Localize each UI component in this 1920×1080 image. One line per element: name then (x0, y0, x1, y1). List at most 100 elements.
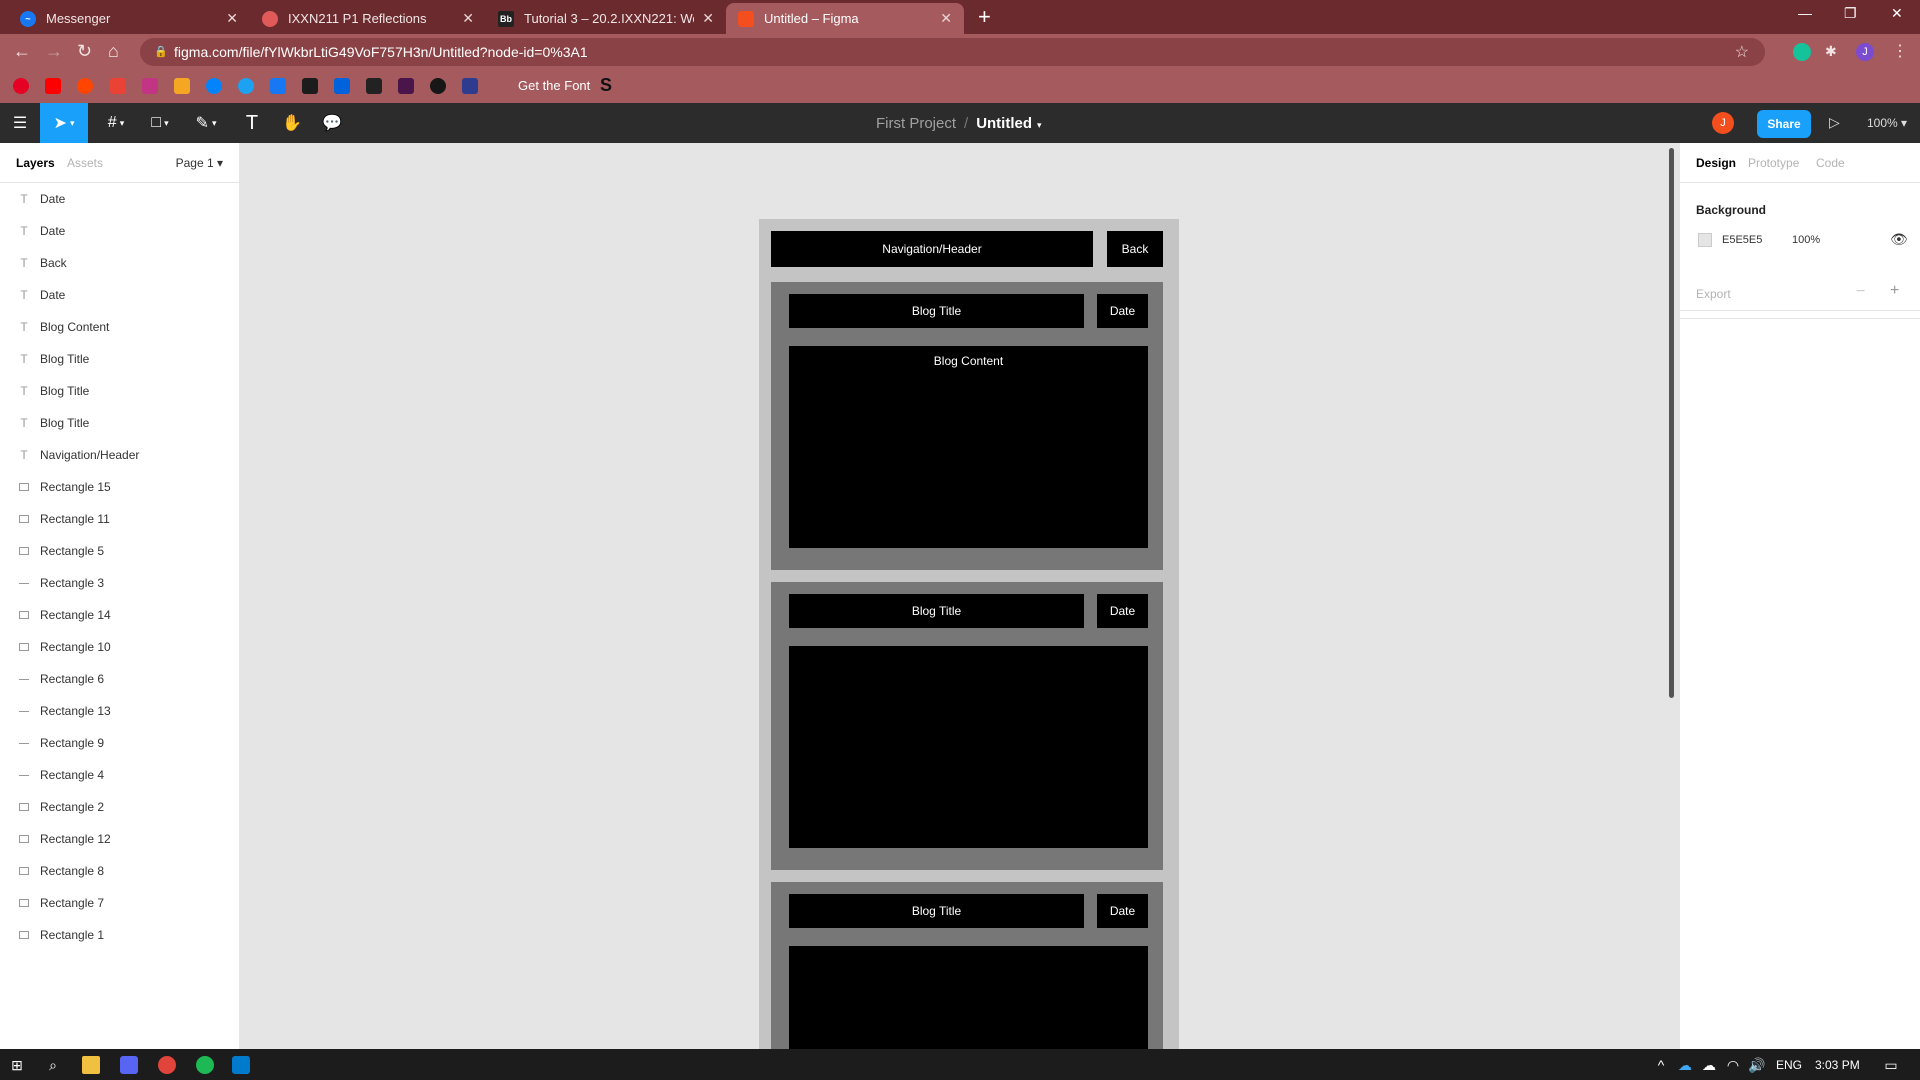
present-play-icon[interactable]: ▷ (1829, 114, 1840, 131)
layer-row[interactable]: T Date (0, 183, 240, 215)
layer-row[interactable]: Rectangle 12 (0, 823, 240, 855)
more-menu-icon[interactable]: ⋮ (1892, 41, 1908, 61)
date-block[interactable]: Date (1097, 294, 1148, 328)
background-hex-input[interactable]: E5E5E5 (1722, 234, 1762, 246)
home-icon[interactable]: ⌂ (108, 41, 119, 62)
facebook-icon[interactable] (270, 78, 286, 94)
frame-tool-button[interactable]: # ▾ (96, 103, 136, 143)
layer-row[interactable]: Rectangle 2 (0, 791, 240, 823)
vscode-icon[interactable] (232, 1056, 250, 1074)
minus-icon[interactable]: − (1856, 283, 1865, 301)
blog-card-1[interactable]: Blog Title Date Blog Content (771, 282, 1163, 570)
new-tab-button[interactable]: + (978, 6, 991, 28)
tab-messenger[interactable]: ~ Messenger ✕ (8, 3, 250, 34)
minimize-icon[interactable]: — (1798, 5, 1812, 21)
tab-layers[interactable]: Layers (16, 156, 55, 170)
canvas-scrollbar[interactable] (1669, 148, 1674, 698)
tab-code[interactable]: Code (1816, 156, 1845, 170)
layer-row[interactable]: T Navigation/Header (0, 439, 240, 471)
pinterest-icon[interactable] (13, 78, 29, 94)
restore-icon[interactable]: ❐ (1844, 5, 1857, 22)
share-button[interactable]: Share (1757, 110, 1811, 138)
design-canvas[interactable]: Navigation/Header Back Blog Title Date B… (241, 143, 1678, 1049)
eye-icon[interactable]: 👁 (1890, 231, 1908, 248)
layer-row[interactable]: Rectangle 6 (0, 663, 240, 695)
layer-row[interactable]: Rectangle 5 (0, 535, 240, 567)
spotify-icon[interactable] (196, 1056, 214, 1074)
app-icon[interactable] (302, 78, 318, 94)
layer-row[interactable]: Rectangle 7 (0, 887, 240, 919)
bookmark-app-icon[interactable] (462, 78, 478, 94)
reload-icon[interactable]: ↻ (77, 41, 92, 62)
close-icon[interactable]: ✕ (940, 10, 952, 27)
layer-row[interactable]: T Back (0, 247, 240, 279)
layer-row[interactable]: Rectangle 13 (0, 695, 240, 727)
blog-content-block[interactable] (789, 946, 1148, 1049)
slack-icon[interactable] (398, 78, 414, 94)
youtube-icon[interactable] (45, 78, 61, 94)
blog-card-2[interactable]: Blog Title Date (771, 582, 1163, 870)
discord-icon[interactable] (120, 1056, 138, 1074)
date-block[interactable]: Date (1097, 594, 1148, 628)
bookmark-s-icon[interactable]: S (600, 75, 612, 96)
page-selector[interactable]: Page 1 ▾ (176, 156, 223, 170)
layer-row[interactable]: Rectangle 11 (0, 503, 240, 535)
pen-tool-button[interactable]: ✎ ▾ (186, 103, 226, 143)
volume-icon[interactable]: 🔊 (1748, 1056, 1766, 1074)
layer-row[interactable]: Rectangle 4 (0, 759, 240, 791)
layer-row[interactable]: Rectangle 1 (0, 919, 240, 951)
main-menu-icon[interactable]: ☰ (0, 103, 40, 143)
file-name[interactable]: Untitled (976, 115, 1032, 132)
blog-title-block[interactable]: Blog Title (789, 594, 1084, 628)
layer-row[interactable]: T Blog Title (0, 343, 240, 375)
background-color-swatch[interactable] (1698, 233, 1712, 247)
project-name[interactable]: First Project (876, 115, 956, 132)
tab-reflections[interactable]: IXXN211 P1 Reflections ✕ (250, 3, 486, 34)
tab-prototype[interactable]: Prototype (1748, 156, 1799, 170)
blackboard-icon[interactable] (366, 78, 382, 94)
close-icon[interactable]: ✕ (462, 10, 474, 27)
tab-design[interactable]: Design (1696, 156, 1736, 170)
extensions-icon[interactable]: ✱ (1825, 43, 1843, 61)
close-window-icon[interactable]: ✕ (1891, 5, 1903, 22)
background-opacity-input[interactable]: 100% (1792, 234, 1820, 246)
user-avatar[interactable]: J (1712, 112, 1734, 134)
tab-tutorial[interactable]: Bb Tutorial 3 – 20.2.IXXN221: Web D ✕ (486, 3, 726, 34)
reddit-icon[interactable] (77, 78, 93, 94)
bookmark-get-the-font[interactable]: Get the Font (518, 78, 590, 93)
tab-assets[interactable]: Assets (67, 156, 103, 170)
blog-title-block[interactable]: Blog Title (789, 294, 1084, 328)
move-tool-button[interactable]: ➤ ▾ (40, 103, 88, 143)
clock[interactable]: 3:03 PM (1815, 1058, 1860, 1072)
notifications-icon[interactable]: ▭ (1882, 1056, 1900, 1074)
windows-start-icon[interactable]: ⊞ (8, 1056, 26, 1074)
blog-title-block[interactable]: Blog Title (789, 894, 1084, 928)
chrome-icon[interactable] (158, 1056, 176, 1074)
close-icon[interactable]: ✕ (702, 10, 714, 27)
github-icon[interactable] (430, 78, 446, 94)
page-frame[interactable]: Navigation/Header Back Blog Title Date B… (759, 219, 1179, 1049)
profile-avatar[interactable]: J (1856, 43, 1874, 61)
shape-tool-button[interactable]: □ ▾ (140, 103, 180, 143)
grammarly-icon[interactable] (1793, 43, 1811, 61)
layer-row[interactable]: Rectangle 10 (0, 631, 240, 663)
layer-row[interactable]: Rectangle 15 (0, 471, 240, 503)
url-bar[interactable]: 🔒 figma.com/file/fYlWkbrLtiG49VoF757H3n/… (140, 38, 1765, 66)
date-block[interactable]: Date (1097, 894, 1148, 928)
tab-figma[interactable]: Untitled – Figma ✕ (726, 3, 964, 34)
layer-row[interactable]: Rectangle 3 (0, 567, 240, 599)
comment-tool-button[interactable]: 💬 (312, 103, 352, 143)
layer-row[interactable]: Rectangle 14 (0, 599, 240, 631)
language-indicator[interactable]: ENG (1776, 1058, 1802, 1072)
chevron-up-icon[interactable]: ^ (1652, 1056, 1670, 1074)
layer-row[interactable]: T Blog Content (0, 311, 240, 343)
blog-content-block[interactable] (789, 646, 1148, 848)
flickr-icon[interactable] (334, 78, 350, 94)
file-explorer-icon[interactable] (82, 1056, 100, 1074)
search-icon[interactable]: ⌕ (44, 1056, 62, 1074)
back-arrow-icon[interactable]: ← (13, 41, 31, 62)
text-tool-button[interactable]: T (232, 103, 272, 143)
onedrive-icon[interactable]: ☁ (1676, 1056, 1694, 1074)
layer-row[interactable]: Rectangle 9 (0, 727, 240, 759)
cloud-icon[interactable]: ☁ (1700, 1056, 1718, 1074)
